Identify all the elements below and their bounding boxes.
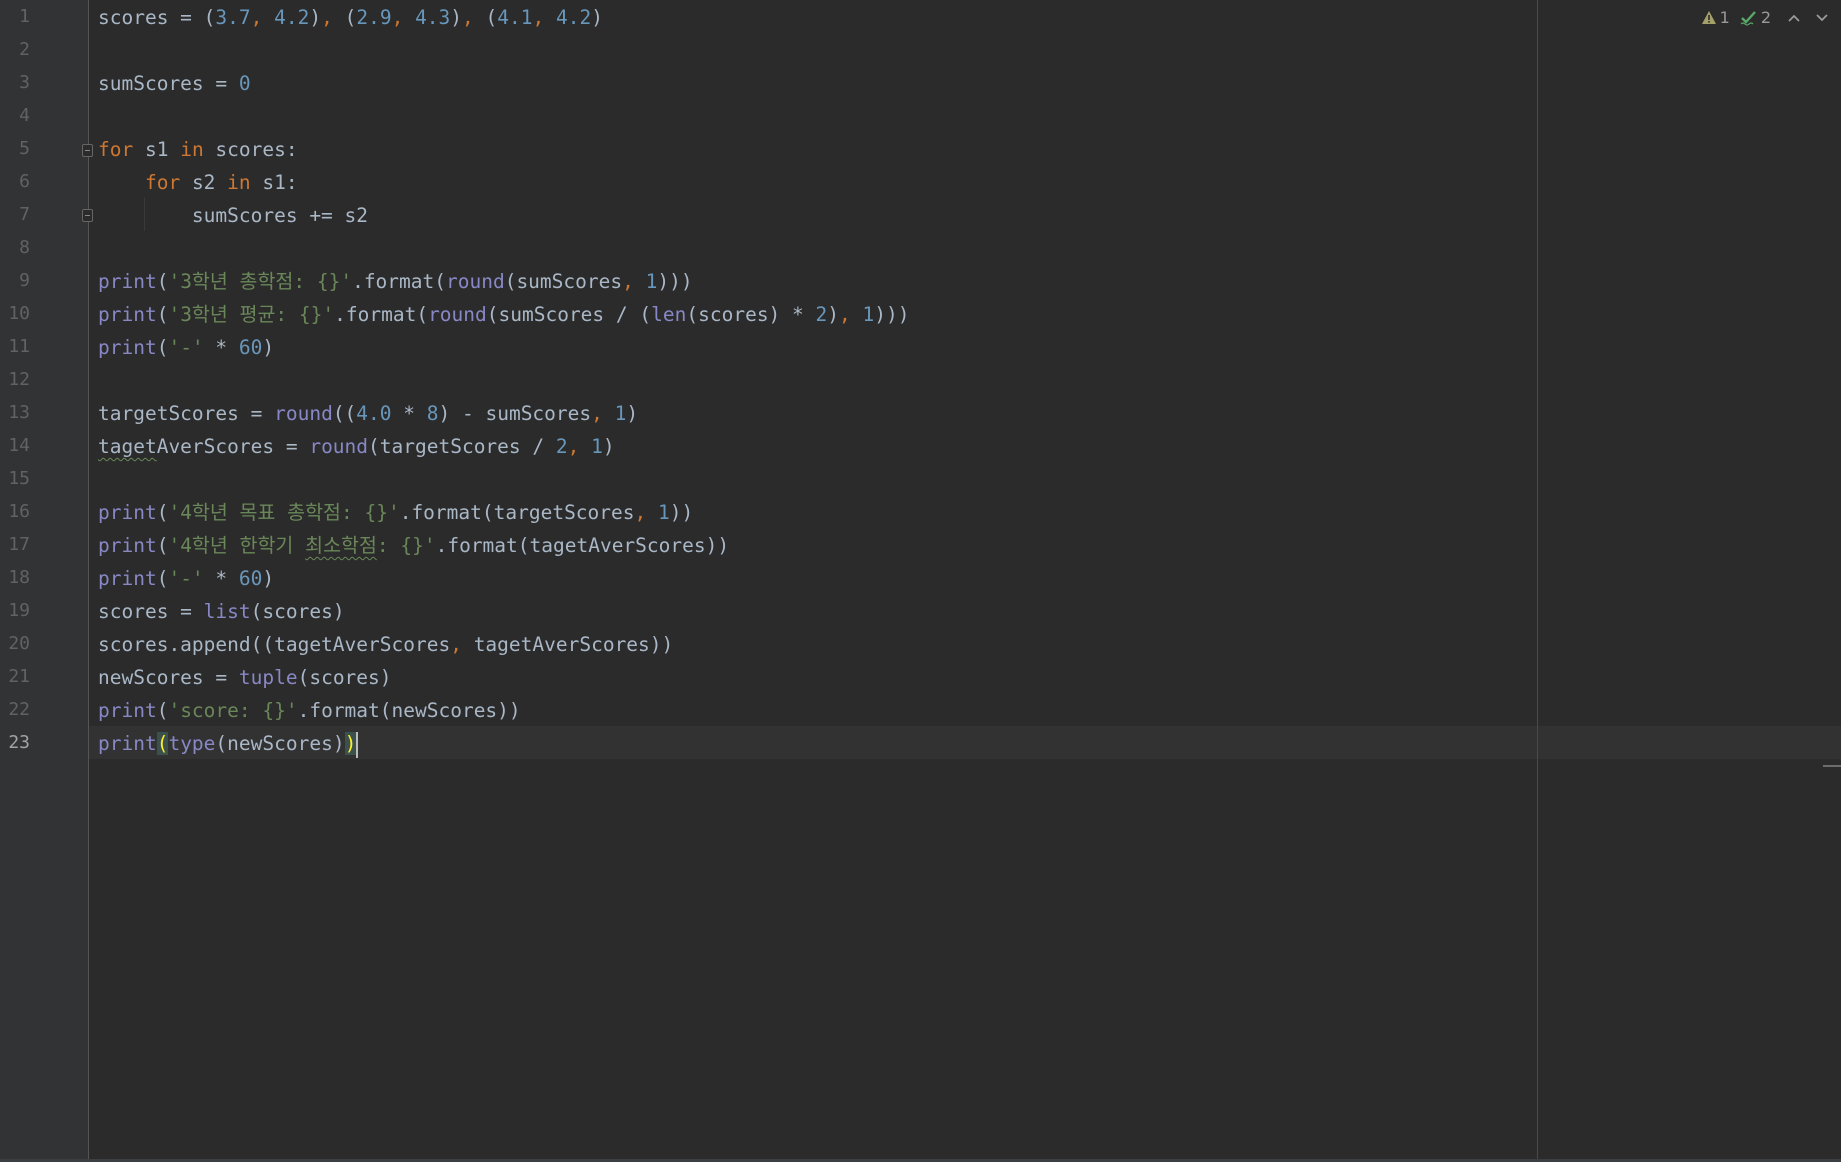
code-line-10[interactable]: print('3학년 평균: {}'.format(round(sumScore… bbox=[98, 298, 909, 331]
typo-indicator[interactable]: 2 bbox=[1740, 8, 1771, 27]
number-literal: 4.2 bbox=[274, 6, 310, 29]
line-number[interactable]: 9 bbox=[0, 264, 30, 297]
typo-word[interactable]: 최소학점 bbox=[305, 534, 377, 557]
fold-end-marker-icon[interactable] bbox=[82, 209, 93, 222]
code-line-16[interactable]: print('4학년 목표 총학점: {}'.format(targetScor… bbox=[98, 496, 693, 529]
inspection-widget[interactable]: 1 2 bbox=[1701, 8, 1829, 27]
line-number[interactable]: 2 bbox=[0, 33, 30, 66]
number-literal: 4.1 bbox=[497, 6, 533, 29]
typo-count: 2 bbox=[1760, 8, 1771, 27]
warning-triangle-icon bbox=[1701, 11, 1716, 24]
line-number[interactable]: 22 bbox=[0, 693, 30, 726]
code-line-1[interactable]: scores = (3.7, 4.2), (2.9, 4.3), (4.1, 4… bbox=[98, 1, 603, 34]
number-literal: 4.2 bbox=[556, 6, 592, 29]
line-number[interactable]: 14 bbox=[0, 429, 30, 462]
code-line-9[interactable]: print('3학년 총학점: {}'.format(round(sumScor… bbox=[98, 265, 693, 298]
line-number[interactable]: 16 bbox=[0, 495, 30, 528]
code-line-19[interactable]: scores = list(scores) bbox=[98, 595, 345, 628]
code-line-14[interactable]: tagetAverScores = round(targetScores / 2… bbox=[98, 430, 615, 463]
line-number[interactable]: 3 bbox=[0, 66, 30, 99]
code-line-17[interactable]: print('4학년 한학기 최소학점: {}'.format(tagetAve… bbox=[98, 529, 729, 562]
line-number[interactable]: 21 bbox=[0, 660, 30, 693]
line-number[interactable]: 12 bbox=[0, 363, 30, 396]
line-number[interactable]: 19 bbox=[0, 594, 30, 627]
fold-marker-icon[interactable] bbox=[82, 144, 93, 157]
line-number[interactable]: 6 bbox=[0, 165, 30, 198]
line-number[interactable]: 4 bbox=[0, 99, 30, 132]
chevron-down-icon[interactable] bbox=[1815, 13, 1829, 23]
line-number[interactable]: 1 bbox=[0, 0, 30, 33]
line-number[interactable]: 15 bbox=[0, 462, 30, 495]
line-number[interactable]: 7 bbox=[0, 198, 30, 231]
line-number[interactable]: 20 bbox=[0, 627, 30, 660]
text-caret bbox=[356, 731, 359, 758]
line-number[interactable]: 18 bbox=[0, 561, 30, 594]
warning-count: 1 bbox=[1719, 8, 1730, 27]
line-number[interactable]: 17 bbox=[0, 528, 30, 561]
chevron-up-icon[interactable] bbox=[1787, 13, 1801, 23]
code-line-20[interactable]: scores.append((tagetAverScores, tagetAve… bbox=[98, 628, 673, 661]
line-number[interactable]: 10 bbox=[0, 297, 30, 330]
code-line-23[interactable]: print(type(newScores)) bbox=[98, 727, 359, 760]
line-number[interactable]: 8 bbox=[0, 231, 30, 264]
right-margin-guide bbox=[1537, 0, 1538, 1162]
code-line-21[interactable]: newScores = tuple(scores) bbox=[98, 661, 392, 694]
matched-bracket: ( bbox=[156, 732, 169, 755]
code-line-7[interactable]: sumScores += s2 bbox=[98, 199, 368, 232]
matched-bracket: ) bbox=[344, 732, 357, 755]
code-line-13[interactable]: targetScores = round((4.0 * 8) - sumScor… bbox=[98, 397, 638, 430]
code-line-3[interactable]: sumScores = 0 bbox=[98, 67, 251, 100]
code-line-5[interactable]: for s1 in scores: bbox=[98, 133, 298, 166]
line-number[interactable]: 23 bbox=[0, 726, 30, 759]
code-editor[interactable]: 1 2 3 4 5 6 7 8 9 10 11 12 13 14 15 16 17 18 19 20 21 22 23 sc… bbox=[0, 0, 1841, 1162]
code-line-6[interactable]: for s2 in s1: bbox=[98, 166, 298, 199]
typo-check-icon bbox=[1740, 10, 1756, 26]
warning-indicator[interactable]: 1 bbox=[1701, 8, 1730, 27]
line-number[interactable]: 13 bbox=[0, 396, 30, 429]
code-line-11[interactable]: print('-' * 60) bbox=[98, 331, 274, 364]
number-literal: 2.9 bbox=[356, 6, 392, 29]
line-number-gutter[interactable]: 1 2 3 4 5 6 7 8 9 10 11 12 13 14 15 16 17 18 19 20 21 22 23 bbox=[0, 0, 89, 1162]
number-literal: 4.3 bbox=[415, 6, 451, 29]
code-line-18[interactable]: print('-' * 60) bbox=[98, 562, 274, 595]
typo-word[interactable]: taget bbox=[98, 435, 157, 458]
scrollbar-caret-marker[interactable] bbox=[1823, 765, 1841, 767]
number-literal: 3.7 bbox=[215, 6, 251, 29]
code-line-22[interactable]: print('score: {}'.format(newScores)) bbox=[98, 694, 521, 727]
line-number[interactable]: 5 bbox=[0, 132, 30, 165]
line-number[interactable]: 11 bbox=[0, 330, 30, 363]
